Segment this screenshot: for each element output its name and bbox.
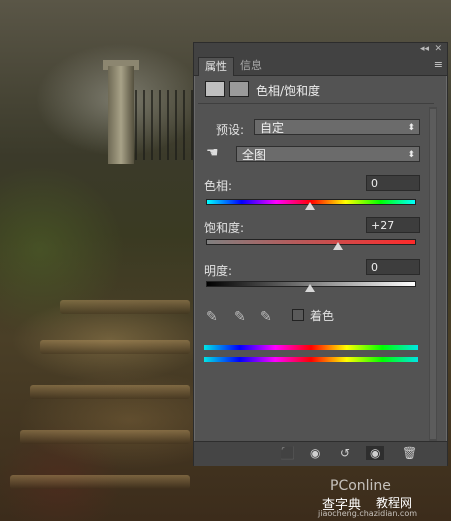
scrollbar-thumb[interactable] xyxy=(430,109,436,439)
panel-tabs: 属性 信息 ≡ xyxy=(194,57,447,76)
divider xyxy=(198,103,434,104)
output-color-bar xyxy=(204,357,418,362)
eyedropper-minus-icon[interactable]: ✎ xyxy=(260,309,272,325)
saturation-slider-track[interactable] xyxy=(206,239,416,245)
eyedropper-icon[interactable]: ✎ xyxy=(206,309,218,325)
properties-panel: ◂◂ ✕ 属性 信息 ≡ 色相/饱和度 预设: 自定 ⬍ ☚ 全图 ⬍ 色相: … xyxy=(193,42,448,466)
adjustment-layer-icon[interactable] xyxy=(205,81,225,97)
adjustment-header: 色相/饱和度 xyxy=(194,76,447,102)
watermark-text: PConline xyxy=(330,478,391,494)
saturation-field[interactable]: +27 xyxy=(366,217,420,233)
clip-to-layer-icon[interactable]: ⬛ xyxy=(280,446,295,460)
saturation-label: 饱和度: xyxy=(204,221,245,235)
gate-post xyxy=(108,66,134,164)
reset-icon[interactable]: ↺ xyxy=(340,446,350,460)
collapse-icon[interactable]: ◂◂ xyxy=(420,44,429,54)
colorize-label: 着色 xyxy=(310,309,335,323)
panel-titlebar: ◂◂ ✕ xyxy=(194,43,447,57)
close-icon[interactable]: ✕ xyxy=(434,44,442,54)
trash-icon[interactable]: 🗑 xyxy=(402,446,417,460)
targeted-adjustment-hand-icon[interactable]: ☚ xyxy=(206,145,219,161)
tab-properties[interactable]: 属性 xyxy=(198,57,234,76)
panel-bottom-toolbar: ⬛ ◉ ↺ ◉ 🗑 xyxy=(194,441,447,466)
watermark-text: jiaocheng.chazidian.com xyxy=(318,509,418,518)
hue-slider-thumb[interactable] xyxy=(305,202,315,210)
hue-label: 色相: xyxy=(204,179,233,193)
channel-select[interactable]: 全图 ⬍ xyxy=(236,146,420,162)
updown-arrow-icon: ⬍ xyxy=(407,123,415,133)
view-previous-icon[interactable]: ◉ xyxy=(310,446,320,460)
stone-step xyxy=(20,430,190,444)
adjustment-title: 色相/饱和度 xyxy=(256,84,321,98)
hue-field[interactable]: 0 xyxy=(366,175,420,191)
preset-select[interactable]: 自定 ⬍ xyxy=(254,119,420,135)
stone-step xyxy=(40,340,190,354)
colorize-checkbox[interactable] xyxy=(292,309,304,321)
mask-icon[interactable] xyxy=(229,81,249,97)
eyedropper-plus-icon[interactable]: ✎ xyxy=(234,309,246,325)
stone-step xyxy=(30,385,190,399)
updown-arrow-icon: ⬍ xyxy=(407,150,415,160)
stone-step xyxy=(60,300,190,314)
visibility-eye-icon[interactable]: ◉ xyxy=(366,446,385,460)
tab-info[interactable]: 信息 xyxy=(234,57,268,75)
lightness-label: 明度: xyxy=(204,264,233,278)
stone-step xyxy=(10,475,190,489)
input-color-bar xyxy=(204,345,418,350)
lightness-field[interactable]: 0 xyxy=(366,259,420,275)
saturation-slider-thumb[interactable] xyxy=(333,242,344,250)
panel-menu-icon[interactable]: ≡ xyxy=(434,58,443,71)
lightness-slider-thumb[interactable] xyxy=(305,284,315,292)
preset-label: 预设: xyxy=(216,123,245,137)
